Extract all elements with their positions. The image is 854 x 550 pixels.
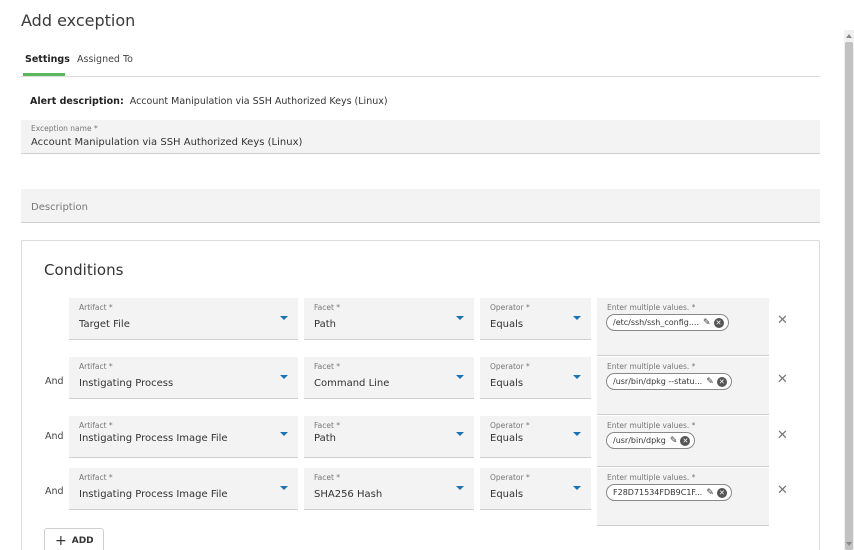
operator-select[interactable]: Operator * Equals [480,357,591,399]
values-input[interactable]: Enter multiple values. * /etc/ssh/ssh_co… [597,298,769,356]
values-label: Enter multiple values. * [607,473,696,482]
artifact-select[interactable]: Artifact * Instigating Process [69,357,298,399]
values-input[interactable]: Enter multiple values. * F28D71534FDB9C1… [597,468,769,526]
values-input[interactable]: Enter multiple values. * /usr/bin/dpkg ✎… [597,416,769,467]
value-chip-text: /usr/bin/dpkg [613,436,666,445]
value-chip-text: /usr/bin/dpkg --statu... [613,377,703,386]
artifact-label: Artifact * [79,473,113,482]
facet-value: Path [314,433,336,444]
values-input[interactable]: Enter multiple values. * /usr/bin/dpkg -… [597,357,769,415]
operator-value: Equals [490,433,524,444]
conditions-title: Conditions [44,261,124,279]
alert-description-value: Account Manipulation via SSH Authorized … [129,96,388,107]
close-icon[interactable]: ✕ [777,372,788,387]
caret-down-icon [280,486,288,490]
value-chip[interactable]: /usr/bin/dpkg ✎ ✕ [606,432,696,449]
scrollbar-thumb[interactable] [845,42,853,550]
facet-label: Facet * [314,473,341,482]
facet-select[interactable]: Facet * Path [304,298,474,340]
facet-select[interactable]: Facet * Path [304,416,474,458]
description-field[interactable]: Description [21,189,820,223]
facet-label: Facet * [314,303,341,312]
artifact-select[interactable]: Artifact * Target File [69,298,298,340]
tab-settings[interactable]: Settings [23,54,70,76]
description-placeholder: Description [31,202,88,213]
values-label: Enter multiple values. * [607,362,696,371]
operator-label: Operator * [490,362,530,371]
pencil-icon[interactable]: ✎ [703,318,711,328]
page-title: Add exception [21,11,136,30]
caret-down-icon [573,375,581,379]
artifact-label: Artifact * [79,421,113,430]
close-icon[interactable]: ✕ [777,313,788,328]
scroll-up-arrow-icon[interactable] [846,34,852,38]
artifact-value: Instigating Process [79,378,174,389]
value-chip[interactable]: /usr/bin/dpkg --statu... ✎ ✕ [606,373,732,390]
operator-value: Equals [490,378,524,389]
artifact-label: Artifact * [79,362,113,371]
close-icon[interactable]: ✕ [777,483,788,498]
facet-select[interactable]: Facet * Command Line [304,357,474,399]
caret-down-icon [456,316,464,320]
caret-down-icon [573,486,581,490]
exception-name-field[interactable]: Exception name * Account Manipulation vi… [21,120,820,154]
plus-icon: + [55,533,67,549]
exception-name-value: Account Manipulation via SSH Authorized … [31,137,303,148]
scroll-down-arrow-icon[interactable] [846,542,852,546]
values-label: Enter multiple values. * [607,303,696,312]
operator-value: Equals [490,319,524,330]
value-chip[interactable]: /etc/ssh/ssh_config.... ✎ ✕ [606,314,729,331]
value-chip-text: /etc/ssh/ssh_config.... [613,318,700,327]
tab-assigned-to[interactable]: Assigned To [77,54,137,76]
x-circle-icon[interactable]: ✕ [680,435,691,446]
caret-down-icon [280,375,288,379]
facet-select[interactable]: Facet * SHA256 Hash [304,468,474,510]
artifact-select[interactable]: Artifact * Instigating Process Image Fil… [69,416,298,458]
facet-label: Facet * [314,421,341,430]
artifact-select[interactable]: Artifact * Instigating Process Image Fil… [69,468,298,510]
facet-value: SHA256 Hash [314,489,383,500]
artifact-value: Instigating Process Image File [79,489,228,500]
caret-down-icon [280,432,288,436]
caret-down-icon [573,432,581,436]
operator-value: Equals [490,489,524,500]
tab-bar: Settings Assigned To [21,50,821,77]
x-circle-icon[interactable]: ✕ [716,376,727,387]
x-circle-icon[interactable]: ✕ [713,317,724,328]
caret-down-icon [280,316,288,320]
and-label: And [45,376,64,387]
caret-down-icon [456,375,464,379]
caret-down-icon [456,486,464,490]
alert-description-label: Alert description: [30,96,124,107]
facet-value: Path [314,319,336,330]
vertical-scrollbar[interactable] [844,30,854,550]
and-label: And [45,486,64,497]
caret-down-icon [573,316,581,320]
add-condition-button[interactable]: + ADD [44,528,104,550]
facet-label: Facet * [314,362,341,371]
values-label: Enter multiple values. * [607,421,696,430]
caret-down-icon [456,432,464,436]
pencil-icon[interactable]: ✎ [706,377,714,387]
facet-value: Command Line [314,378,390,389]
alert-description: Alert description: Account Manipulation v… [30,96,388,107]
artifact-label: Artifact * [79,303,113,312]
operator-label: Operator * [490,421,530,430]
pencil-icon[interactable]: ✎ [670,436,678,446]
x-circle-icon[interactable]: ✕ [716,487,727,498]
artifact-value: Instigating Process Image File [79,433,228,444]
exception-name-label: Exception name * [31,124,98,133]
and-label: And [45,431,64,442]
close-icon[interactable]: ✕ [777,428,788,443]
operator-label: Operator * [490,473,530,482]
pencil-icon[interactable]: ✎ [706,488,714,498]
artifact-value: Target File [79,319,130,330]
operator-select[interactable]: Operator * Equals [480,416,591,458]
value-chip[interactable]: F28D71534FDB9C1F... ✎ ✕ [606,484,732,501]
operator-select[interactable]: Operator * Equals [480,298,591,340]
value-chip-text: F28D71534FDB9C1F... [613,488,703,497]
add-label: ADD [71,536,94,546]
operator-select[interactable]: Operator * Equals [480,468,591,510]
operator-label: Operator * [490,303,530,312]
